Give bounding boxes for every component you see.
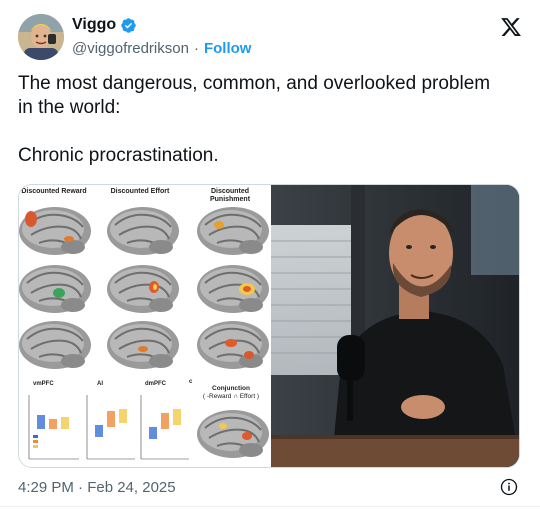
conjunction-subtitle: ( -Reward ∩ Effort ) — [202, 393, 260, 400]
brain-scans-grid — [19, 206, 270, 370]
chart-label-ai: AI — [97, 381, 103, 387]
speaker-photo[interactable] — [271, 185, 519, 467]
chart-label-vmpfc: vmPFC — [33, 381, 54, 387]
conjunction-title: Conjunction — [212, 385, 250, 392]
info-icon[interactable] — [500, 478, 518, 496]
avatar[interactable] — [18, 14, 64, 60]
separator-dot: · — [193, 40, 199, 57]
conjunction-brain — [196, 409, 270, 459]
author-name-row: Viggo — [72, 16, 137, 34]
figure-col-label-reward: Discounted Reward — [21, 188, 87, 195]
tweet-media[interactable]: Discounted Reward Discounted Effort Disc… — [18, 184, 520, 468]
author-display-name[interactable]: Viggo — [72, 16, 116, 34]
figure-col-label-punishment: Discounted Punishment — [209, 188, 251, 203]
tweet-line-2: in the world: — [18, 97, 121, 118]
tweet-card: Viggo @viggofredrikson · Follow The most… — [0, 0, 540, 510]
x-logo-icon[interactable] — [500, 16, 522, 38]
tweet-text: The most dangerous, common, and overlook… — [18, 72, 518, 168]
chart-label-dmpfc: dmPFC — [145, 381, 166, 387]
divider — [0, 506, 540, 507]
brain-figure-image[interactable]: Discounted Reward Discounted Effort Disc… — [19, 185, 271, 467]
tweet-line-1: The most dangerous, common, and overlook… — [18, 73, 491, 94]
author-handle[interactable]: @viggofredrikson — [72, 40, 189, 57]
conjunction-label: Conjunction ( -Reward ∩ Effort ) — [191, 385, 271, 401]
tweet-line-3: Chronic procrastination. — [18, 145, 219, 166]
verified-badge-icon — [121, 17, 136, 33]
tweet-timestamp[interactable]: 4:29 PM · Feb 24, 2025 — [18, 479, 176, 496]
follow-button[interactable]: Follow — [204, 40, 252, 57]
author-handle-row: @viggofredrikson · Follow — [72, 40, 251, 57]
mini-box-charts — [28, 395, 189, 460]
speaker-photo-illustration — [271, 185, 519, 467]
figure-col-label-effort: Discounted Effort — [110, 188, 170, 195]
